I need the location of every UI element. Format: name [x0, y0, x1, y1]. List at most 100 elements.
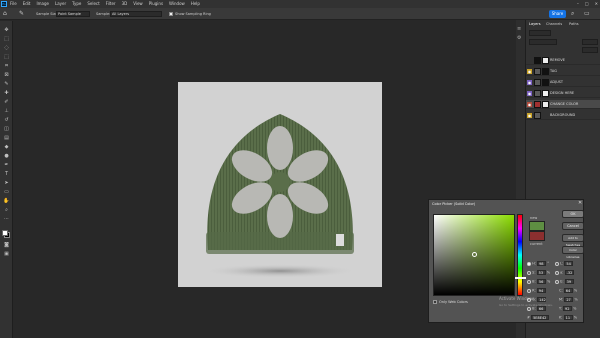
- clone-stamp-icon[interactable]: ⊥: [3, 108, 10, 114]
- menu-file[interactable]: File: [10, 1, 17, 6]
- fill-field[interactable]: [582, 47, 598, 53]
- lab-l-radio[interactable]: [555, 261, 559, 266]
- eyedropper-icon[interactable]: ✎: [3, 81, 10, 87]
- menu-plugins[interactable]: Plugins: [149, 1, 163, 6]
- yellow-input[interactable]: 92: [562, 306, 572, 311]
- dodge-tool-icon[interactable]: ●: [3, 153, 10, 159]
- frame-tool-icon[interactable]: ⊠: [3, 72, 10, 78]
- saturation-input[interactable]: 53: [536, 270, 546, 275]
- ok-button[interactable]: OK: [562, 210, 584, 218]
- hue-slider[interactable]: [515, 214, 526, 296]
- healing-brush-icon[interactable]: ✚: [3, 90, 10, 96]
- color-field[interactable]: [433, 214, 515, 296]
- opacity-field[interactable]: [582, 39, 598, 45]
- layer-row[interactable]: ◉ BACKGROUND: [526, 111, 600, 120]
- visibility-eye-icon[interactable]: ◉: [527, 80, 532, 85]
- visibility-eye-icon[interactable]: ◉: [527, 91, 532, 96]
- hue-input[interactable]: 98: [537, 261, 547, 266]
- add-to-swatches-button[interactable]: Add to Swatches: [562, 234, 584, 247]
- brightness-radio[interactable]: [527, 279, 531, 284]
- lab-l-input[interactable]: 54: [564, 261, 574, 266]
- visibility-eye-icon[interactable]: ◉: [527, 102, 532, 107]
- visibility-eye-icon[interactable]: ◉: [527, 69, 532, 74]
- hue-slider-handle[interactable]: [515, 277, 526, 279]
- lab-a-input[interactable]: -32: [564, 270, 574, 275]
- maximize-icon[interactable]: □: [585, 1, 589, 6]
- magenta-input[interactable]: 27: [564, 297, 574, 302]
- close-icon[interactable]: ✕: [578, 201, 582, 206]
- only-web-colors-checkbox[interactable]: [433, 300, 437, 304]
- cancel-button[interactable]: Cancel: [562, 222, 584, 230]
- quick-mask-icon[interactable]: ◙: [3, 242, 10, 248]
- menu-filter[interactable]: Filter: [106, 1, 116, 6]
- path-select-icon[interactable]: ➤: [3, 180, 10, 186]
- history-icon[interactable]: ≡: [517, 26, 524, 32]
- blend-mode-select[interactable]: [529, 39, 557, 45]
- workspace-icon[interactable]: ▭: [584, 10, 591, 17]
- close-icon[interactable]: ✕: [595, 1, 598, 6]
- lab-b-radio[interactable]: [555, 279, 559, 284]
- menu-image[interactable]: Image: [36, 1, 49, 6]
- background-color-swatch[interactable]: [2, 230, 8, 236]
- zoom-tool-icon[interactable]: ⌕: [3, 207, 10, 213]
- lab-a-radio[interactable]: [555, 270, 559, 275]
- blur-tool-icon[interactable]: ◆: [3, 144, 10, 150]
- pen-tool-icon[interactable]: ✒: [3, 162, 10, 168]
- layer-row[interactable]: ◉ DESIGN HERE: [526, 89, 600, 98]
- menu-view[interactable]: View: [133, 1, 143, 6]
- color-field-marker[interactable]: [472, 252, 477, 257]
- object-select-tool-icon[interactable]: ⬚: [3, 54, 10, 60]
- cyan-input[interactable]: 64: [563, 288, 573, 293]
- home-icon[interactable]: ⌂: [3, 10, 10, 17]
- brush-tool-icon[interactable]: ✐: [3, 99, 10, 105]
- brightness-input[interactable]: 56: [536, 279, 546, 284]
- current-color-swatch[interactable]: [529, 231, 545, 241]
- menu-select[interactable]: Select: [87, 1, 99, 6]
- gradient-tool-icon[interactable]: ▤: [3, 135, 10, 141]
- saturation-radio[interactable]: [527, 270, 531, 275]
- menu-edit[interactable]: Edit: [23, 1, 31, 6]
- sampling-ring-checkbox[interactable]: [169, 12, 173, 16]
- layer-row-selected[interactable]: ◉ CHANGE COLOR: [526, 100, 600, 109]
- document-canvas[interactable]: [178, 82, 382, 287]
- tab-layers[interactable]: Layers: [529, 22, 541, 26]
- type-tool-icon[interactable]: T: [3, 171, 10, 177]
- tab-channels[interactable]: Channels: [546, 22, 562, 26]
- green-input[interactable]: 142: [537, 297, 547, 302]
- minimize-icon[interactable]: –: [577, 1, 579, 6]
- menu-help[interactable]: Help: [191, 1, 200, 6]
- lasso-tool-icon[interactable]: ◌: [3, 45, 10, 51]
- black-input[interactable]: 11: [563, 315, 573, 320]
- menu-layer[interactable]: Layer: [55, 1, 66, 6]
- blue-radio[interactable]: [527, 306, 531, 311]
- hue-radio[interactable]: [527, 261, 531, 266]
- tab-paths[interactable]: Paths: [569, 22, 579, 26]
- move-tool-icon[interactable]: ✥: [3, 27, 10, 33]
- red-input[interactable]: 94: [536, 288, 546, 293]
- hand-tool-icon[interactable]: ✋: [3, 198, 10, 204]
- properties-icon[interactable]: ⚙: [517, 35, 524, 41]
- more-tools-icon[interactable]: ⋯: [3, 216, 10, 222]
- color-libraries-button[interactable]: Color Libraries: [562, 246, 584, 259]
- crop-tool-icon[interactable]: ⌗: [3, 63, 10, 69]
- search-icon[interactable]: ⌕: [571, 10, 578, 17]
- lab-b-input[interactable]: 39: [564, 279, 574, 284]
- layer-filter-select[interactable]: [529, 30, 551, 36]
- sample-size-select[interactable]: Point Sample: [56, 11, 90, 17]
- layer-row[interactable]: ◉ TAG: [526, 67, 600, 76]
- shape-tool-icon[interactable]: ▭: [3, 189, 10, 195]
- layer-row[interactable]: ◉ ADJUST: [526, 78, 600, 87]
- menu-window[interactable]: Window: [169, 1, 185, 6]
- visibility-eye-icon[interactable]: [527, 58, 532, 63]
- share-button[interactable]: Share: [549, 10, 566, 18]
- hex-input[interactable]: 5E8E42: [531, 315, 550, 320]
- layer-row[interactable]: REMOVE: [526, 56, 600, 65]
- eraser-tool-icon[interactable]: ◫: [3, 126, 10, 132]
- visibility-eye-icon[interactable]: ◉: [527, 113, 532, 118]
- history-brush-icon[interactable]: ↺: [3, 117, 10, 123]
- red-radio[interactable]: [527, 288, 531, 293]
- marquee-tool-icon[interactable]: ⬚: [3, 36, 10, 42]
- sample-select[interactable]: All Layers: [110, 11, 162, 17]
- menu-type[interactable]: Type: [72, 1, 81, 6]
- menu-3d[interactable]: 3D: [122, 1, 128, 6]
